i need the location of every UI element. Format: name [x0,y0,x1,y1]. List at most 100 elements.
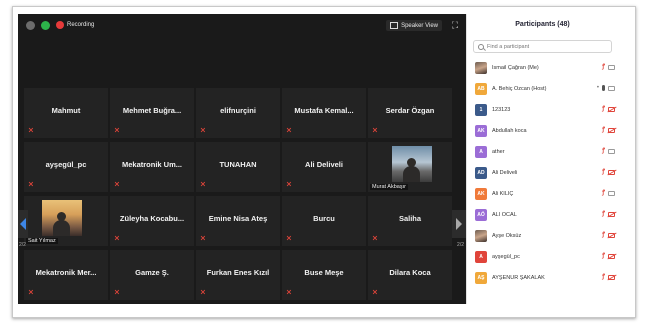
muted-mic-icon: ⨯ [114,289,120,296]
participant-row[interactable]: AB A. Behiç Ozcan (Host) • [467,78,618,99]
participant-list: İsmail Çağran (Me) ꝭ AB A. Behiç Ozcan (Hos… [467,57,618,288]
participant-name: İsmail Çağran (Me) [492,64,539,71]
participant-name: Emine Nisa Ateş [208,214,268,223]
participant-tile[interactable]: Mehmet Buğra... ⨯ [110,88,194,138]
muted-mic-icon: ⨯ [200,235,206,242]
participant-row[interactable]: AŞ AYŞENUR ŞAKALAK ꝭ [467,267,618,288]
participant-search[interactable] [473,40,612,53]
recording-indicator[interactable]: Recording [56,21,94,29]
participant-name: AYŞENUR ŞAKALAK [492,274,545,281]
mic-off-icon: ꝭ [602,232,605,238]
participant-status-icons: ꝭ [602,169,615,175]
participant-tile[interactable]: Furkan Enes Kızıl ⨯ [196,250,280,300]
participant-tile[interactable]: Mekatronik Um... ⨯ [110,142,194,192]
participant-row[interactable]: Aayşegül_pc ꝭ [467,246,618,267]
mic-off-icon: ꝭ [602,106,605,112]
mic-off-icon: ꝭ [602,253,605,259]
participant-tile[interactable]: TUNAHAN ⨯ [196,142,280,192]
participant-tile[interactable]: Saliha ⨯ [368,196,452,246]
camera-off-icon [608,232,615,238]
fullscreen-icon[interactable]: ⛶ [450,20,460,30]
participant-status-icons: • [597,85,615,91]
zoom-meeting-window: Recording Speaker View ⛶ Mahmut ⨯ Mehmet B… [18,14,618,304]
mic-on-icon [602,85,605,91]
participant-row[interactable]: İsmail Çağran (Me) ꝭ [467,57,618,78]
muted-mic-icon: ⨯ [372,127,378,134]
participant-tile[interactable]: Burcu ⨯ [282,196,366,246]
camera-off-icon [608,127,615,133]
participant-row[interactable]: 1 123123 ꝭ [467,99,618,120]
participant-row[interactable]: AK Ali KILIÇ ꝭ [467,183,618,204]
participant-tile[interactable]: Dilara Koca ⨯ [368,250,452,300]
search-icon [478,43,484,50]
participant-name: Serdar Özgan [385,106,435,115]
participant-video [42,200,82,236]
participant-status-icons: ꝭ [602,190,615,196]
participant-row[interactable]: AD Ali Deliveli ꝭ [467,162,618,183]
participant-name: ALİ ÖCAL [492,211,517,218]
mic-off-icon: ꝭ [602,127,605,133]
participant-tile[interactable]: Mekatronik Mer... ⨯ [24,250,108,300]
avatar: 1 [475,103,487,116]
participant-status-icons: ꝭ [602,253,615,259]
participant-tile[interactable]: Serdar Özgan ⨯ [368,88,452,138]
camera-icon [608,190,615,196]
participant-status-icons: ꝭ [602,211,615,217]
participant-tile[interactable]: Murat Akbaşır [368,142,452,192]
muted-mic-icon: ⨯ [372,289,378,296]
participant-tile[interactable]: Mustafa Kemal... ⨯ [282,88,366,138]
muted-mic-icon: ⨯ [28,127,34,134]
participant-row[interactable]: AK Abdullah koca ꝭ [467,120,618,141]
participant-status-icons: ꝭ [602,64,615,70]
participant-tile[interactable]: ayşegül_pc ⨯ [24,142,108,192]
participants-panel: Participants (48) İsmail Çağran (Me)ꝭABA… [466,14,618,304]
participant-tile[interactable]: Gamze Ş. ⨯ [110,250,194,300]
muted-mic-icon: ⨯ [28,181,34,188]
participant-name: Ayşe Öksüz [492,232,522,239]
participant-status-icons: ꝭ [602,274,615,280]
mic-off-icon: ꝭ [602,169,605,175]
participant-search-input[interactable] [487,43,607,50]
avatar: AB [475,82,487,95]
participant-tile[interactable]: Ali Deliveli ⨯ [282,142,366,192]
participant-tile[interactable]: Emine Nisa Ateş ⨯ [196,196,280,246]
participants-title: Participants (48) [515,21,570,28]
participant-name: TUNAHAN [219,160,257,169]
participant-tile[interactable]: Buse Meşe ⨯ [282,250,366,300]
muted-mic-icon: ⨯ [286,235,292,242]
security-shield-icon[interactable] [41,20,50,30]
participant-name: Mehmet Buğra... [122,106,182,115]
more-options-icon[interactable]: • [597,85,599,91]
camera-icon [608,85,615,91]
participant-name: A. Behiç Ozcan (Host) [492,85,547,92]
previous-page-button[interactable] [18,210,28,238]
participant-video [392,146,432,182]
camera-off-icon [608,169,615,175]
video-name-label: Murat Akbaşır [370,184,408,190]
participant-row[interactable]: Ayşe Öksüz ꝭ [467,225,618,246]
participant-name: Dilara Koca [389,268,431,277]
speaker-view-button[interactable]: Speaker View [386,20,442,31]
mic-off-icon: ꝭ [602,274,605,280]
avatar: AŞ [475,271,487,284]
participant-row[interactable]: AÖ ALİ ÖCAL ꝭ [467,204,618,225]
avatar [475,229,487,242]
avatar: A [475,145,487,158]
recording-label: Recording [67,22,95,28]
muted-mic-icon: ⨯ [200,127,206,134]
camera-icon [608,64,615,70]
participant-name: Furkan Enes Kızıl [206,268,270,277]
next-page-button[interactable] [452,210,466,238]
camera-icon [608,148,615,154]
participant-name: ather [492,148,505,155]
participant-name: Züleyha Kocabu... [119,214,185,223]
person-body [403,166,420,182]
page-indicator-left: 2/2 [19,242,26,248]
participant-tile[interactable]: Mahmut ⨯ [24,88,108,138]
info-icon[interactable] [26,20,35,30]
participant-name: elifnurçini [220,106,256,115]
participant-row[interactable]: Aather ꝭ [467,141,618,162]
participant-tile[interactable]: Sait Yılmaz [24,196,108,246]
participant-tile[interactable]: Züleyha Kocabu... ⨯ [110,196,194,246]
participant-tile[interactable]: elifnurçini ⨯ [196,88,280,138]
